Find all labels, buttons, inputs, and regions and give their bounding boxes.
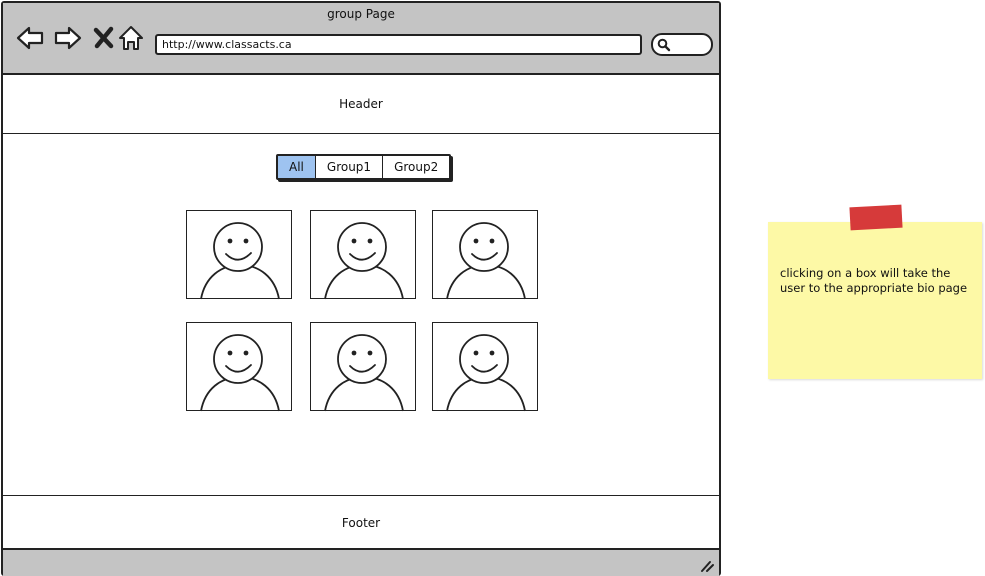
- profile-grid: [186, 210, 540, 416]
- group-filter-tabs: All Group1 Group2: [276, 154, 452, 180]
- resize-grip-icon[interactable]: [699, 559, 715, 573]
- tape-icon: [849, 204, 903, 231]
- profile-box-1[interactable]: [186, 210, 292, 300]
- page-footer: Footer: [3, 495, 719, 548]
- person-placeholder-icon: [200, 222, 280, 300]
- page-header: Header: [3, 75, 719, 134]
- header-label: Header: [339, 97, 383, 111]
- tab-all[interactable]: All: [278, 156, 315, 178]
- person-placeholder-icon: [324, 222, 404, 300]
- window-title: group Page: [327, 7, 395, 21]
- home-icon[interactable]: [117, 23, 147, 53]
- browser-window: group Page http://www.classacts.ca Heade…: [1, 1, 721, 576]
- profile-box-6[interactable]: [432, 322, 538, 412]
- sticky-note: clicking on a box will take the user to …: [768, 222, 982, 379]
- person-placeholder-icon: [446, 222, 526, 300]
- profile-box-5[interactable]: [310, 322, 416, 412]
- tab-group2[interactable]: Group2: [382, 156, 450, 178]
- footer-label: Footer: [341, 516, 381, 530]
- profile-box-3[interactable]: [432, 210, 538, 300]
- title-bar: group Page http://www.classacts.ca: [3, 3, 719, 75]
- tab-group1[interactable]: Group1: [314, 156, 383, 178]
- sticky-note-text: clicking on a box will take the user to …: [780, 266, 968, 295]
- profile-box-4[interactable]: [186, 322, 292, 412]
- person-placeholder-icon: [446, 334, 526, 412]
- search-icon: [657, 38, 671, 52]
- status-bar: [3, 548, 719, 576]
- person-placeholder-icon: [324, 334, 404, 412]
- person-placeholder-icon: [200, 334, 280, 412]
- forward-arrow-icon[interactable]: [53, 23, 83, 53]
- search-box[interactable]: [651, 33, 713, 56]
- profile-box-2[interactable]: [310, 210, 416, 300]
- url-bar[interactable]: http://www.classacts.ca: [155, 34, 642, 55]
- back-arrow-icon[interactable]: [15, 23, 45, 53]
